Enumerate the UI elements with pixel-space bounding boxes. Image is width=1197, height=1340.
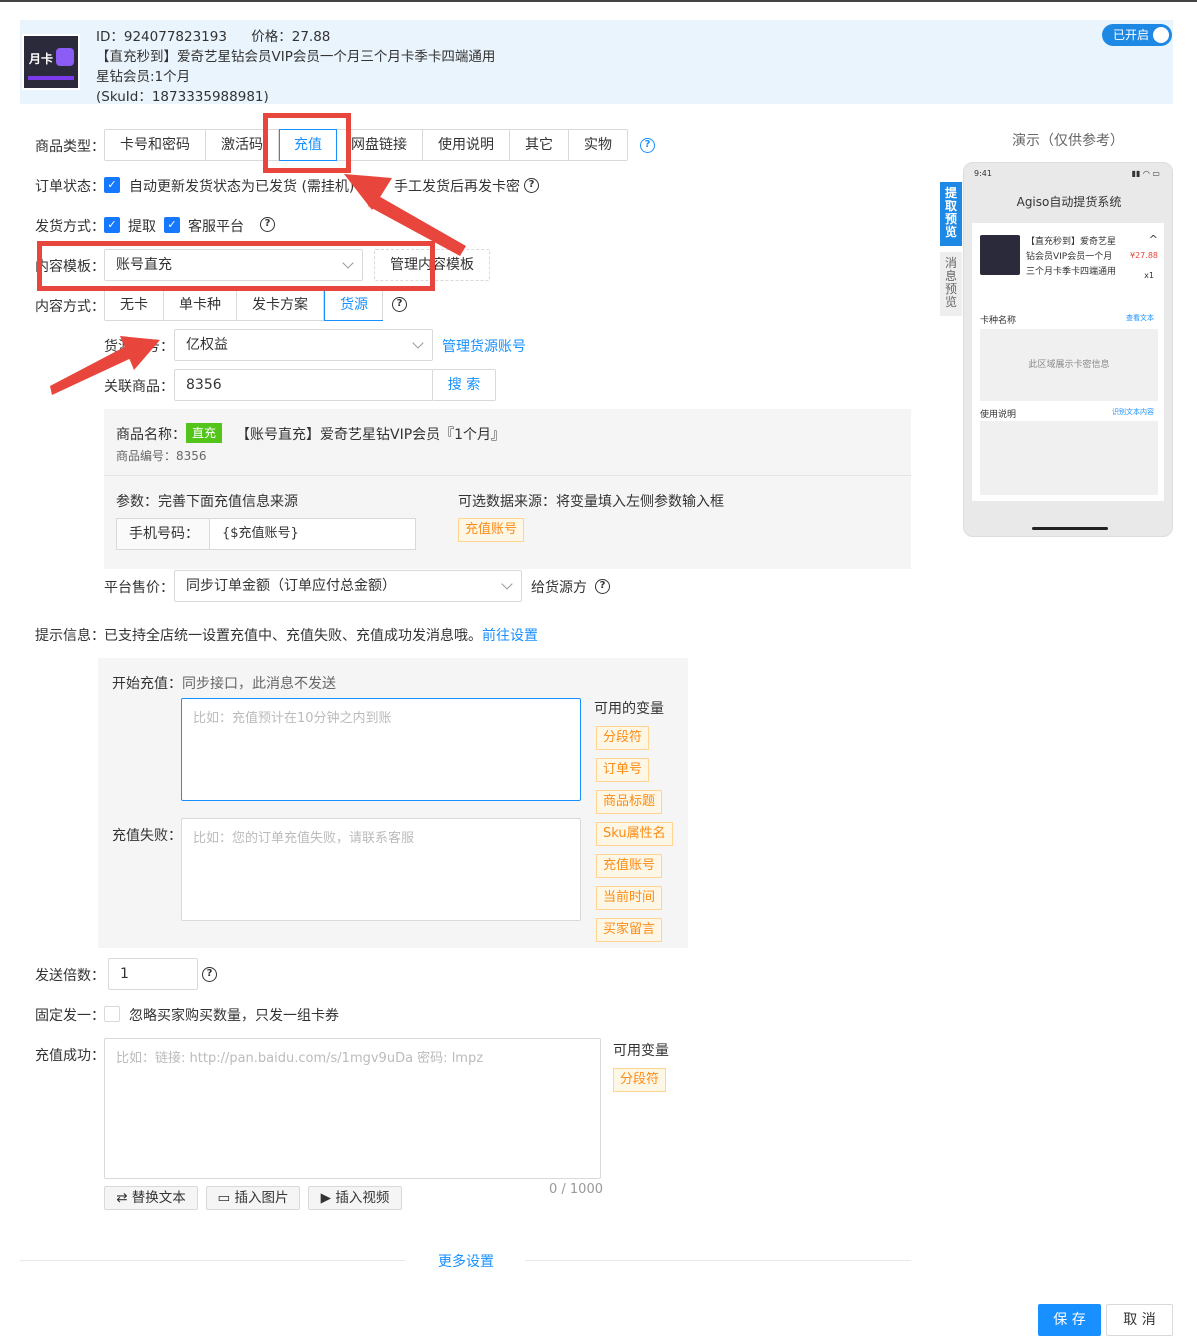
annotation-arrows	[50, 174, 466, 395]
annotation-arrow	[50, 174, 466, 395]
